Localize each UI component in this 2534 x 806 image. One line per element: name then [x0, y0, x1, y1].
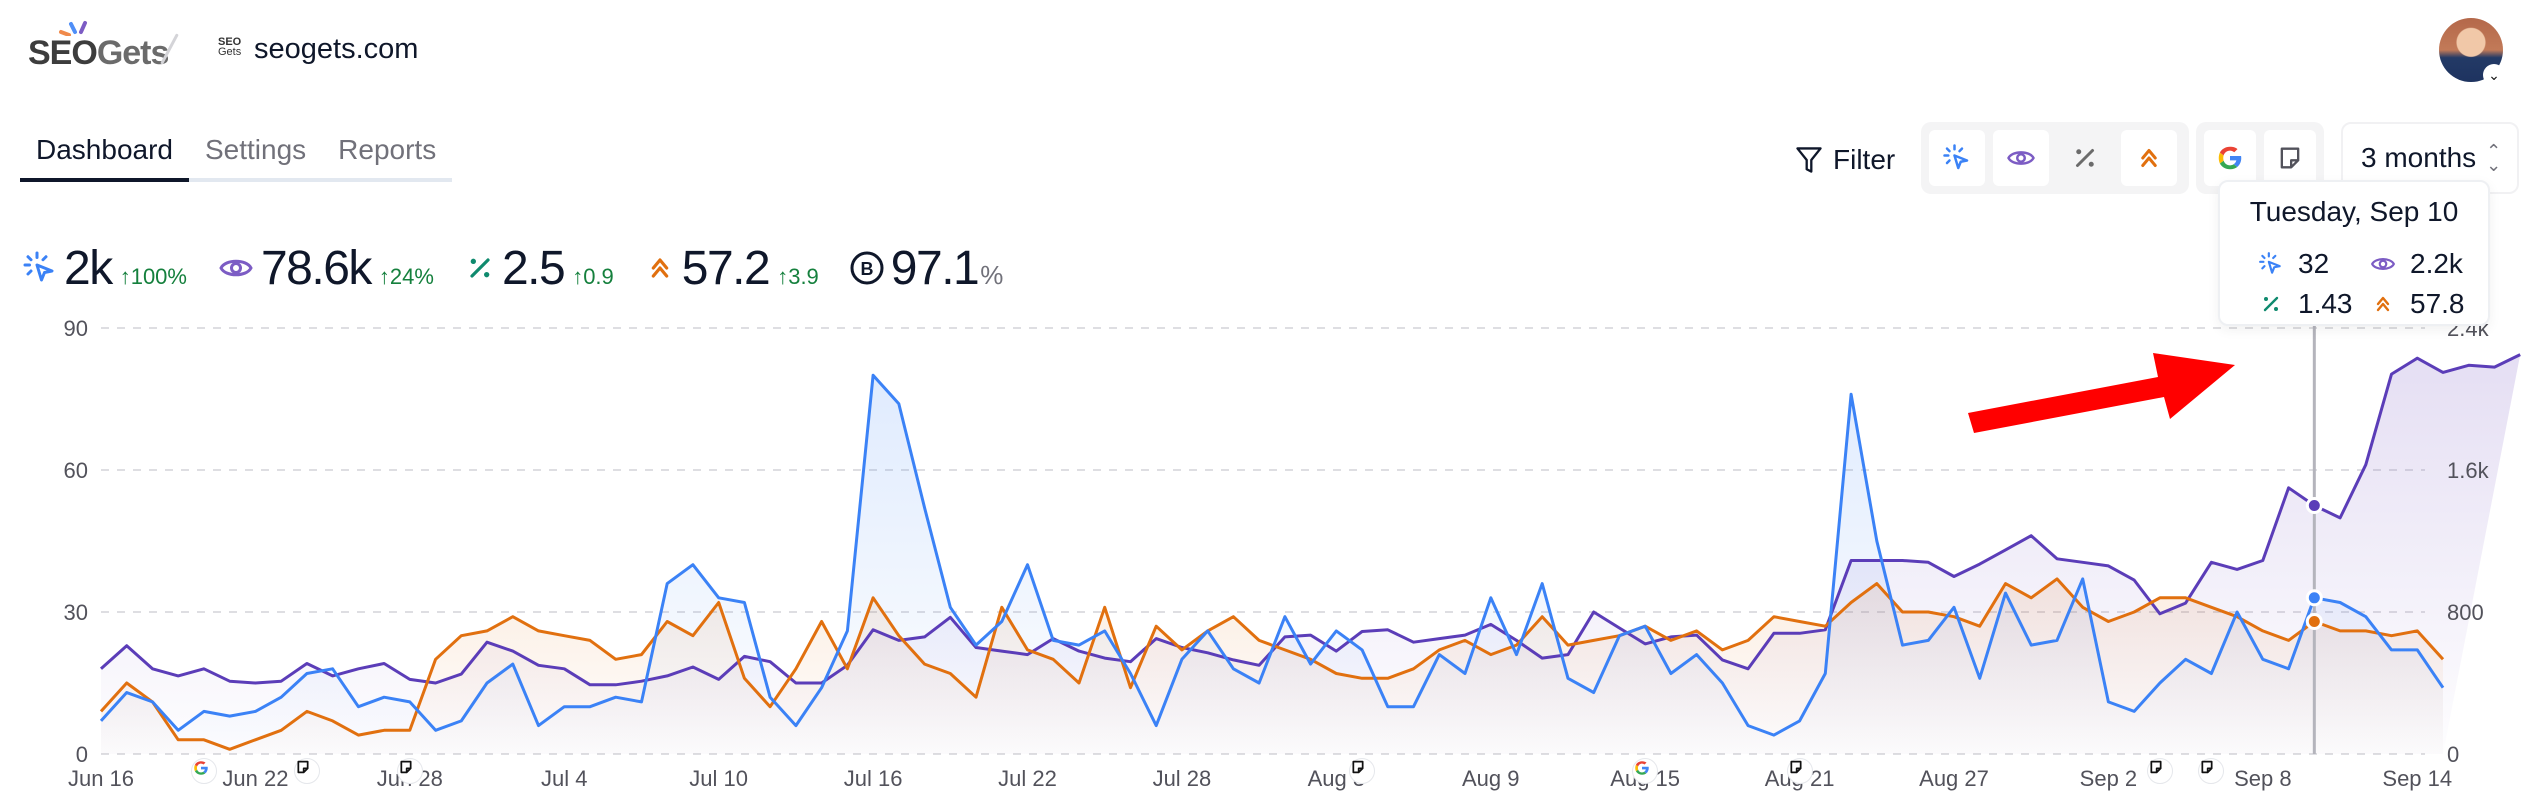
x-tick-label: Jun 22 — [222, 766, 288, 791]
metric-delta: ↑3.9 — [777, 263, 819, 289]
percent-icon — [2076, 149, 2094, 167]
note-event-marker[interactable] — [2146, 758, 2173, 784]
percent-icon — [2256, 291, 2286, 317]
y-left-tick-label: 0 — [76, 742, 88, 767]
x-tick-label: Jul 28 — [1153, 766, 1212, 791]
chevrons-up-icon — [644, 250, 676, 286]
tab-settings[interactable]: Settings — [189, 128, 322, 178]
toggle-position[interactable] — [2121, 130, 2177, 186]
hover-point-clicks — [2305, 589, 2323, 607]
x-tick-label: Jul 10 — [689, 766, 748, 791]
metric-value: 57.2 — [681, 241, 771, 295]
main-tabs: Dashboard Settings Reports — [20, 128, 453, 182]
metric-value: 2.5 — [501, 241, 566, 295]
toggle-google-updates[interactable] — [2204, 130, 2256, 186]
metric-toggle-group — [1921, 122, 2189, 194]
filter-button[interactable]: Filter — [1795, 140, 1895, 180]
note-icon — [2280, 147, 2300, 169]
cursor-click-icon — [1943, 144, 1969, 170]
y-right-tick-label: 1.6k — [2447, 458, 2490, 483]
metric-value: 78.6k — [260, 241, 372, 295]
date-range-value: 3 months — [2361, 142, 2477, 173]
metric-unit: % — [980, 259, 1004, 290]
tooltip-impressions: 2.2k — [2368, 248, 2463, 280]
metric-branded[interactable]: B 97.1 % — [849, 241, 1004, 296]
google-update-marker[interactable] — [190, 758, 217, 784]
x-tick-label: Sep 14 — [2382, 766, 2452, 791]
note-event-marker[interactable] — [1786, 758, 1813, 784]
note-event-marker[interactable] — [396, 758, 423, 784]
hover-point-position — [2305, 612, 2323, 630]
x-tick-label: Jun 16 — [68, 766, 134, 791]
tooltip-date: Tuesday, Sep 10 — [2249, 196, 2459, 227]
x-tick-label: Jul 16 — [844, 766, 903, 791]
google-icon — [194, 761, 208, 775]
tab-dashboard[interactable]: Dashboard — [20, 128, 189, 182]
y-right-tick-label: 0 — [2447, 742, 2459, 767]
tooltip-clicks: 32 — [2256, 248, 2329, 280]
seogets-logo[interactable]: SEOGets — [28, 20, 169, 72]
x-tick-label: Sep 2 — [2080, 766, 2138, 791]
chart-tooltip: Tuesday, Sep 10 32 2.2k 1.43 57.8 — [2218, 180, 2490, 326]
percent-icon — [464, 250, 496, 286]
metric-impressions[interactable]: 78.6k ↑24% — [217, 241, 434, 296]
toggle-notes[interactable] — [2264, 130, 2316, 186]
toggle-impressions[interactable] — [1993, 130, 2049, 186]
metric-ctr[interactable]: 2.5 ↑0.9 — [464, 241, 614, 296]
logo-gets: Gets — [96, 34, 170, 72]
x-tick-label: Aug 9 — [1462, 766, 1520, 791]
note-icon — [2201, 760, 2213, 774]
toggle-ctr[interactable] — [2057, 130, 2113, 186]
tooltip-position: 57.8 — [2368, 288, 2465, 320]
metric-clicks[interactable]: 2k ↑100% — [22, 241, 187, 296]
cursor-click-icon — [22, 250, 58, 286]
note-icon — [400, 760, 412, 774]
logo-seo: SEO — [28, 34, 98, 72]
top-bar: SEOGets SEO Gets seogets.com ⌄ — [0, 0, 2534, 100]
note-icon — [1352, 760, 1364, 774]
metrics-summary: 2k ↑100% 78.6k ↑24% 2.5 ↑0.9 57.2 ↑3.9 B… — [22, 238, 1033, 298]
metric-delta: ↑24% — [378, 263, 434, 289]
google-update-marker[interactable] — [1632, 758, 1659, 784]
note-icon — [297, 760, 309, 774]
y-right-tick-label: 800 — [2447, 600, 2484, 625]
metric-position[interactable]: 57.2 ↑3.9 — [644, 241, 819, 296]
chevrons-up-icon — [2368, 291, 2398, 317]
filter-label: Filter — [1833, 144, 1896, 175]
y-left-tick-label: 90 — [64, 316, 88, 341]
eye-icon — [2368, 251, 2398, 277]
x-tick-label: Jul 22 — [998, 766, 1057, 791]
eye-icon — [217, 250, 255, 286]
google-icon — [1635, 761, 1649, 775]
red-annotation-arrow — [1965, 350, 2238, 436]
metric-delta: ↑100% — [119, 263, 187, 289]
x-tick-label: Aug 27 — [1919, 766, 1989, 791]
x-tick-label: Sep 8 — [2234, 766, 2292, 791]
google-icon — [2218, 146, 2242, 170]
note-event-marker[interactable] — [1349, 758, 1376, 784]
hover-point-impressions — [2305, 497, 2323, 514]
tooltip-ctr: 1.43 — [2256, 288, 2353, 320]
note-icon — [1790, 760, 1802, 774]
x-tick-label: Jul 4 — [541, 766, 587, 791]
metric-value: 2k — [64, 241, 113, 295]
note-event-marker[interactable] — [293, 758, 320, 784]
cursor-click-icon — [2256, 251, 2286, 277]
tab-reports[interactable]: Reports — [322, 128, 452, 178]
y-left-tick-label: 60 — [64, 458, 88, 483]
svg-text:B: B — [860, 259, 873, 279]
chevron-down-icon[interactable]: ⌄ — [2483, 64, 2505, 86]
toggle-clicks[interactable] — [1929, 130, 1985, 186]
chevron-updown-icon: ⌃ ⌄ — [2486, 141, 2502, 175]
note-icon — [2150, 760, 2162, 774]
site-favicon: SEO Gets — [218, 36, 242, 58]
chevrons-up-icon — [2141, 149, 2157, 167]
eye-icon — [2007, 151, 2035, 165]
filter-icon — [1796, 147, 1822, 173]
y-left-tick-label: 30 — [64, 600, 88, 625]
branded-b-icon: B — [849, 250, 885, 286]
site-name[interactable]: seogets.com — [254, 33, 418, 66]
metric-value: 97.1 — [890, 241, 980, 295]
metric-delta: ↑0.9 — [572, 263, 614, 289]
